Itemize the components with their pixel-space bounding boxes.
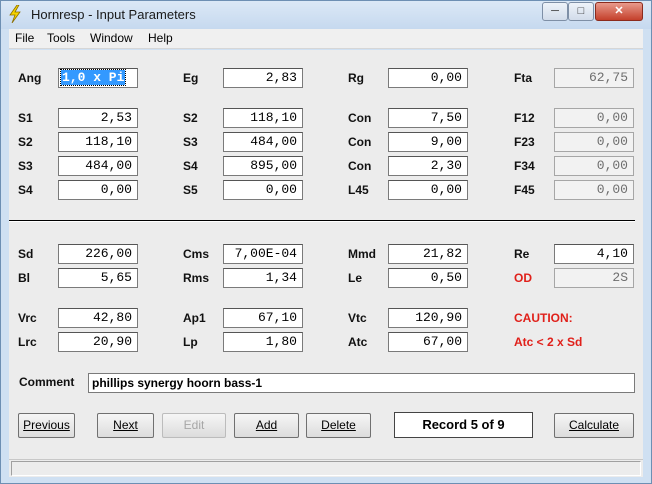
menu-window[interactable]: Window (90, 31, 133, 45)
field-rms[interactable]: 1,34 (223, 268, 303, 288)
label-s3: S3 (18, 159, 33, 173)
field-s5[interactable]: 0,00 (223, 180, 303, 200)
field-s2-col2[interactable]: 118,10 (223, 108, 303, 128)
edit-button[interactable]: Edit (162, 413, 226, 438)
field-s3-col2[interactable]: 484,00 (223, 132, 303, 152)
field-s4-col2[interactable]: 895,00 (223, 156, 303, 176)
field-sd[interactable]: 226,00 (58, 244, 138, 264)
field-rg[interactable]: 0,00 (388, 68, 468, 88)
label-s1: S1 (18, 111, 33, 125)
label-con1: Con (348, 111, 372, 125)
label-vrc: Vrc (18, 311, 37, 325)
label-comment: Comment (19, 375, 75, 389)
label-s4: S4 (18, 183, 33, 197)
label-s2-col2: S2 (183, 111, 198, 125)
field-f45: 0,00 (554, 180, 634, 200)
status-bar (9, 459, 643, 477)
label-con2: Con (348, 135, 372, 149)
label-ap1: Ap1 (183, 311, 206, 325)
label-l45: L45 (348, 183, 369, 197)
comment-field[interactable]: phillips synergy hoorn bass-1 (88, 373, 635, 393)
minimize-button[interactable]: ─ (542, 2, 568, 21)
label-le: Le (348, 271, 363, 285)
menu-help[interactable]: Help (148, 31, 173, 45)
field-eg[interactable]: 2,83 (223, 68, 303, 88)
field-f23: 0,00 (554, 132, 634, 152)
add-button[interactable]: Add (234, 413, 299, 438)
menu-file[interactable]: File (15, 31, 34, 45)
app-window: Hornresp - Input Parameters ─ □ ✕ File T… (0, 0, 652, 484)
field-con3[interactable]: 2,30 (388, 156, 468, 176)
label-atc: Atc (348, 335, 368, 349)
status-panel (11, 461, 641, 476)
label-f12: F12 (514, 111, 535, 125)
window-title: Hornresp - Input Parameters (31, 7, 196, 22)
field-bl[interactable]: 5,65 (58, 268, 138, 288)
field-s1[interactable]: 2,53 (58, 108, 138, 128)
label-mmd: Mmd (348, 247, 376, 261)
label-s5: S5 (183, 183, 198, 197)
label-s4-col2: S4 (183, 159, 198, 173)
label-bl: Bl (18, 271, 30, 285)
field-atc[interactable]: 67,00 (388, 332, 468, 352)
label-f23: F23 (514, 135, 535, 149)
label-re: Re (514, 247, 530, 261)
field-ap1[interactable]: 67,10 (223, 308, 303, 328)
label-s2: S2 (18, 135, 33, 149)
section-divider (9, 220, 635, 222)
title-bar[interactable]: Hornresp - Input Parameters ─ □ ✕ (1, 1, 651, 29)
field-con2[interactable]: 9,00 (388, 132, 468, 152)
caution-message: Atc < 2 x Sd (514, 335, 583, 349)
close-icon: ✕ (614, 5, 624, 17)
field-lp[interactable]: 1,80 (223, 332, 303, 352)
delete-button[interactable]: Delete (306, 413, 371, 438)
previous-button[interactable]: Previous (18, 413, 75, 438)
label-od: OD (514, 271, 532, 285)
field-fta: 62,75 (554, 68, 634, 88)
field-s2[interactable]: 118,10 (58, 132, 138, 152)
menu-tools[interactable]: Tools (47, 31, 75, 45)
field-con1[interactable]: 7,50 (388, 108, 468, 128)
record-indicator: Record 5 of 9 (394, 412, 533, 438)
label-cms: Cms (183, 247, 210, 261)
field-lrc[interactable]: 20,90 (58, 332, 138, 352)
calculate-button[interactable]: Calculate (554, 413, 634, 438)
lightning-icon (9, 5, 21, 23)
minimize-icon: ─ (551, 5, 559, 17)
label-vtc: Vtc (348, 311, 367, 325)
field-ang[interactable]: 1,0 x Pi (58, 68, 138, 88)
label-ang: Ang (18, 71, 42, 85)
next-button[interactable]: Next (97, 413, 154, 438)
label-lp: Lp (183, 335, 198, 349)
field-vrc[interactable]: 42,80 (58, 308, 138, 328)
label-fta: Fta (514, 71, 532, 85)
field-le[interactable]: 0,50 (388, 268, 468, 288)
field-f12: 0,00 (554, 108, 634, 128)
field-mmd[interactable]: 21,82 (388, 244, 468, 264)
field-s3[interactable]: 484,00 (58, 156, 138, 176)
maximize-button[interactable]: □ (568, 2, 594, 21)
close-button[interactable]: ✕ (595, 2, 643, 21)
label-s3-col2: S3 (183, 135, 198, 149)
label-f34: F34 (514, 159, 535, 173)
maximize-icon: □ (577, 5, 585, 17)
menu-bar: File Tools Window Help (9, 29, 643, 49)
label-eg: Eg (183, 71, 199, 85)
label-rms: Rms (183, 271, 210, 285)
label-sd: Sd (18, 247, 34, 261)
label-lrc: Lrc (18, 335, 37, 349)
field-vtc[interactable]: 120,90 (388, 308, 468, 328)
field-re[interactable]: 4,10 (554, 244, 634, 264)
label-con3: Con (348, 159, 372, 173)
caution-label: CAUTION: (514, 311, 573, 325)
label-rg: Rg (348, 71, 364, 85)
field-l45[interactable]: 0,00 (388, 180, 468, 200)
label-f45: F45 (514, 183, 535, 197)
field-f34: 0,00 (554, 156, 634, 176)
field-cms[interactable]: 7,00E-04 (223, 244, 303, 264)
field-od: 2S (554, 268, 634, 288)
input-parameters-panel: Ang 1,0 x Pi Eg 2,83 Rg 0,00 Fta 62,75 S… (9, 50, 643, 459)
field-s4[interactable]: 0,00 (58, 180, 138, 200)
